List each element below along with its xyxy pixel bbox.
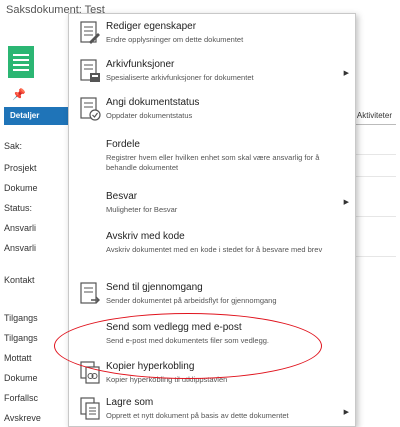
document-icon [8,46,34,78]
menu-item-description: Oppdater dokumentstatus [106,111,193,120]
field-label: Ansvarli [4,243,37,253]
menu-item-description: Endre opplysninger om dette dokumentet [106,35,244,44]
send-review-icon [80,282,100,304]
divider [350,176,396,177]
menu-item-description: Registrer hvem eller hvilken enhet som s… [106,153,320,172]
menu-item-edit-properties[interactable]: Rediger egenskaper Endre opplysninger om… [69,18,355,54]
menu-item-description: Sender dokumentet på arbeidsflyt for gje… [106,296,277,305]
menu-item-reply[interactable]: Besvar Muligheter for Besvar ▶ [69,188,355,224]
field-label: Sak: [4,141,23,151]
field-label: Tilgangs [4,333,38,343]
menu-item-description: Spesialiserte arkivfunksjoner for dokume… [106,73,254,82]
edit-properties-icon [80,21,100,44]
field-label: Status: [4,203,33,213]
highlight-annotation [54,313,322,379]
divider [350,154,396,155]
menu-item-label: Send til gjennomgang [106,282,203,293]
tab-details[interactable]: Detaljer [4,107,74,125]
field-label: Avskreve [4,413,41,423]
tab-activities[interactable]: Aktiviteter [357,111,392,120]
menu-item-document-status[interactable]: Angi dokumentstatus Oppdater dokumentsta… [69,94,355,132]
field-label: Dokume [4,183,38,193]
menu-item-write-off-with-code[interactable]: Avskriv med kode Avskriv dokumentet med … [69,228,355,274]
menu-item-label: Lagre som [106,397,154,408]
field-label: Dokume [4,373,38,383]
menu-item-description: Muligheter for Besvar [106,205,178,214]
menu-item-label: Besvar [106,191,138,202]
divider [350,256,396,257]
field-label: Tilgangs [4,313,38,323]
divider [350,216,396,217]
save-as-icon [80,397,100,420]
field-label: Ansvarli [4,223,37,233]
menu-item-label: Rediger egenskaper [106,21,197,32]
menu-item-label: Fordele [106,139,140,150]
document-status-icon [80,97,101,121]
menu-item-save-as[interactable]: Lagre som Opprett et nytt dokument på ba… [69,394,355,427]
menu-item-label: Arkivfunksjoner [106,59,175,70]
menu-item-description: Avskriv dokumentet med en kode i stedet … [106,245,323,254]
field-label: Prosjekt [4,163,37,173]
pin-icon[interactable]: 📌 [12,88,26,101]
field-label: Kontakt [4,275,35,285]
field-label: Forfallsc [4,393,39,403]
menu-item-label: Angi dokumentstatus [106,97,200,108]
field-label: Mottatt [4,353,32,363]
submenu-arrow-icon: ▶ [343,409,349,416]
menu-item-description: Opprett et nytt dokument på basis av det… [106,411,289,420]
archive-functions-icon [80,59,100,82]
menu-item-send-for-review[interactable]: Send til gjennomgang Sender dokumentet p… [69,279,355,315]
menu-item-distribute[interactable]: Fordele Registrer hvem eller hvilken enh… [69,136,355,182]
menu-item-label: Avskriv med kode [106,231,185,242]
submenu-arrow-icon: ▶ [343,70,349,77]
menu-item-archive-functions[interactable]: Arkivfunksjoner Spesialiserte arkivfunks… [69,56,355,92]
submenu-arrow-icon: ▶ [343,199,349,206]
